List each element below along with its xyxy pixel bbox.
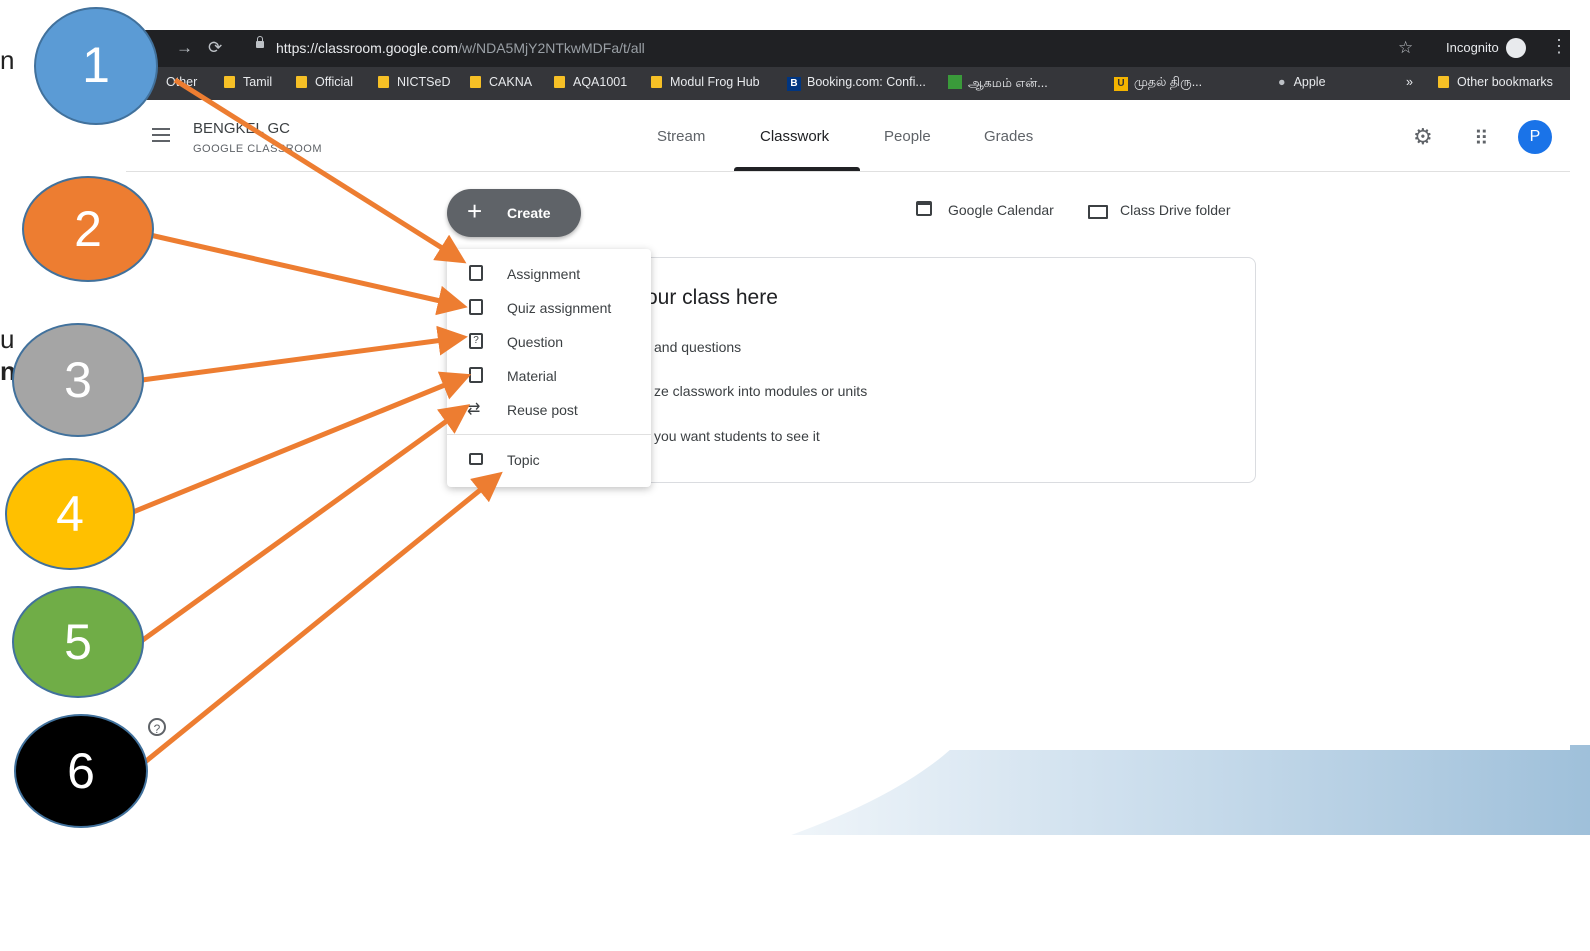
arrow-1 <box>173 77 467 264</box>
arrow-6 <box>143 471 503 764</box>
number-circle-2: 2 <box>22 176 154 282</box>
arrow-3 <box>141 325 468 383</box>
number-circle-6: 6 <box>14 714 148 828</box>
number-circle-1: 1 <box>34 7 158 125</box>
arrow-2 <box>149 232 468 316</box>
number-circle-3: 3 <box>12 323 144 437</box>
number-circle-5: 5 <box>12 586 144 698</box>
annotation-arrows <box>132 77 503 764</box>
number-circle-4: 4 <box>5 458 135 570</box>
